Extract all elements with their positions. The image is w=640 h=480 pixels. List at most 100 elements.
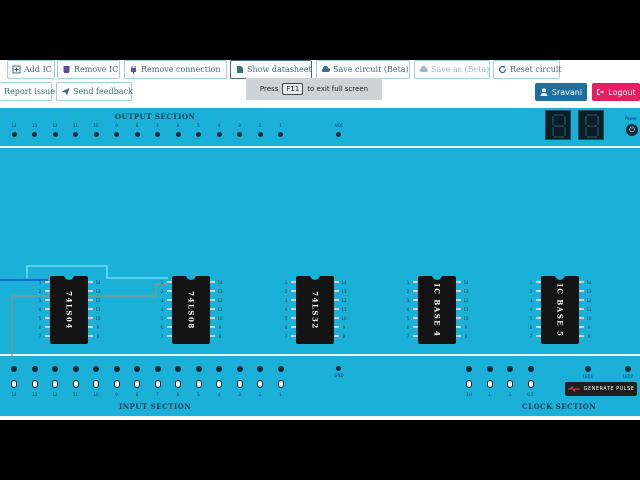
- paper-plane-icon: [61, 87, 70, 96]
- ic-pin[interactable]: [456, 290, 461, 292]
- ic-chip[interactable]: 74LS08: [172, 275, 210, 344]
- ic-pin[interactable]: [210, 317, 215, 319]
- ic-pin[interactable]: [167, 317, 172, 319]
- ic-pin[interactable]: [456, 326, 461, 328]
- remove-connection-button[interactable]: Remove connection: [124, 60, 227, 79]
- ic-pin[interactable]: [579, 335, 584, 337]
- ic-pin[interactable]: [167, 290, 172, 292]
- ic-pin-number: 2: [406, 289, 410, 294]
- ic-pin[interactable]: [291, 317, 296, 319]
- ic-pin[interactable]: [413, 326, 418, 328]
- ic-pin-number: 6: [284, 325, 288, 330]
- ic-pin[interactable]: [167, 299, 172, 301]
- ic-pin[interactable]: [88, 317, 93, 319]
- ic-pin[interactable]: [88, 281, 93, 283]
- ic-chip[interactable]: IC BASE 5: [541, 275, 579, 344]
- ic-pin[interactable]: [456, 317, 461, 319]
- ic-pin[interactable]: [579, 290, 584, 292]
- ic-pin[interactable]: [413, 290, 418, 292]
- ic-pin-number: 12: [341, 298, 347, 303]
- ic-pin-number: 12: [217, 298, 223, 303]
- ic-pin[interactable]: [413, 308, 418, 310]
- ic-pin[interactable]: [88, 335, 93, 337]
- ic-pin[interactable]: [88, 308, 93, 310]
- ic-pin[interactable]: [579, 308, 584, 310]
- ic-pin[interactable]: [536, 308, 541, 310]
- save-as-button[interactable]: Save as (Beta): [414, 60, 490, 79]
- ic-pin[interactable]: [334, 326, 339, 328]
- ic-pin-number: 10: [217, 316, 223, 321]
- ic-pin-number: 5: [284, 316, 288, 321]
- ic-pin[interactable]: [413, 299, 418, 301]
- ic-chip[interactable]: 74LS32: [296, 275, 334, 344]
- ic-pin-number: 4: [160, 307, 164, 312]
- ic-pin[interactable]: [334, 299, 339, 301]
- ic-pin[interactable]: [291, 308, 296, 310]
- ic-pin[interactable]: [579, 317, 584, 319]
- ic-pin[interactable]: [167, 281, 172, 283]
- ic-pin[interactable]: [456, 308, 461, 310]
- ic-pin[interactable]: [167, 308, 172, 310]
- ic-pin[interactable]: [88, 290, 93, 292]
- ic-pin[interactable]: [291, 281, 296, 283]
- add-ic-button[interactable]: Add IC: [7, 60, 55, 79]
- ic-pin[interactable]: [210, 281, 215, 283]
- ic-pin[interactable]: [334, 317, 339, 319]
- ic-pin[interactable]: [210, 326, 215, 328]
- show-datasheet-button[interactable]: Show datasheet: [230, 60, 312, 79]
- ic-pin[interactable]: [413, 335, 418, 337]
- ic-pin[interactable]: [167, 326, 172, 328]
- remove-ic-button[interactable]: Remove IC: [57, 60, 120, 79]
- ic-pin[interactable]: [210, 308, 215, 310]
- ic-pin[interactable]: [210, 299, 215, 301]
- ic-pin[interactable]: [334, 290, 339, 292]
- ic-pin[interactable]: [334, 335, 339, 337]
- ic-pin[interactable]: [45, 308, 50, 310]
- ic-chip[interactable]: IC BASE 4: [418, 275, 456, 344]
- ic-pin[interactable]: [88, 299, 93, 301]
- send-feedback-button[interactable]: Send feedback: [56, 82, 133, 101]
- ic-pin[interactable]: [45, 299, 50, 301]
- report-issue-button[interactable]: Report issue: [0, 82, 55, 101]
- ic-pin[interactable]: [291, 326, 296, 328]
- ic-pin[interactable]: [167, 335, 172, 337]
- ic-pin[interactable]: [334, 281, 339, 283]
- ic-pin[interactable]: [334, 308, 339, 310]
- ic-pin[interactable]: [210, 335, 215, 337]
- ic-chip[interactable]: 74LS04: [50, 275, 88, 344]
- ic-pin[interactable]: [413, 317, 418, 319]
- toast-key: F11: [282, 83, 304, 95]
- ic-pin[interactable]: [579, 281, 584, 283]
- ic-pin[interactable]: [536, 335, 541, 337]
- ic-pin[interactable]: [210, 290, 215, 292]
- ic-pin[interactable]: [45, 317, 50, 319]
- ic-pin[interactable]: [88, 326, 93, 328]
- logout-button[interactable]: Logout: [592, 83, 640, 101]
- ic-pin[interactable]: [291, 290, 296, 292]
- ic-chip-label-wrap: 74LS32: [296, 276, 334, 344]
- ic-pin[interactable]: [579, 326, 584, 328]
- ic-pin[interactable]: [456, 335, 461, 337]
- ic-pin[interactable]: [45, 281, 50, 283]
- save-circuit-button[interactable]: Save circuit (Beta): [316, 60, 410, 79]
- ic-pin[interactable]: [45, 326, 50, 328]
- reset-circuit-button[interactable]: Reset circuit: [493, 60, 562, 79]
- ic-pin[interactable]: [45, 335, 50, 337]
- generate-pulse-button[interactable]: GENERATE PULSE: [565, 382, 637, 396]
- ic-pin[interactable]: [536, 317, 541, 319]
- ic-pin[interactable]: [536, 290, 541, 292]
- ic-pin-number: 11: [95, 307, 101, 312]
- ic-pin[interactable]: [579, 299, 584, 301]
- ic-pin[interactable]: [536, 326, 541, 328]
- ic-pin[interactable]: [291, 299, 296, 301]
- ic-pin[interactable]: [413, 281, 418, 283]
- ic-pin[interactable]: [536, 281, 541, 283]
- ic-pin-number: 9: [342, 325, 346, 330]
- user-button[interactable]: Sravani: [535, 83, 587, 101]
- ic-pin[interactable]: [45, 290, 50, 292]
- ic-pin[interactable]: [291, 335, 296, 337]
- ic-pin-number: 10: [463, 316, 469, 321]
- ic-pin[interactable]: [456, 299, 461, 301]
- ic-pin[interactable]: [536, 299, 541, 301]
- ic-pin[interactable]: [456, 281, 461, 283]
